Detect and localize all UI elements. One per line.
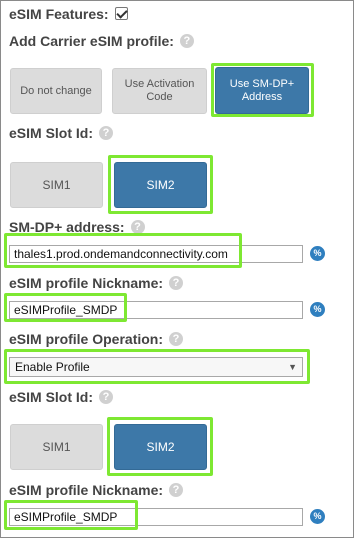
highlight-box xyxy=(4,293,127,322)
highlight-box xyxy=(4,500,138,530)
highlight-box xyxy=(4,349,310,384)
esim-features-checkbox[interactable] xyxy=(115,7,128,20)
do-not-change-button[interactable]: Do not change xyxy=(10,68,102,114)
operation-label: eSIM profile Operation: xyxy=(9,331,184,347)
variable-icon[interactable]: % xyxy=(310,302,325,317)
help-icon[interactable] xyxy=(169,332,184,347)
help-icon[interactable] xyxy=(99,390,113,405)
add-profile-label: Add Carrier eSIM profile: xyxy=(9,33,194,49)
highlight-box xyxy=(211,63,314,117)
variable-icon[interactable]: % xyxy=(310,509,325,524)
sim1-button[interactable]: SIM1 xyxy=(10,162,103,208)
help-icon[interactable] xyxy=(169,483,184,498)
nickname-label: eSIM profile Nickname: xyxy=(9,275,184,291)
help-icon[interactable] xyxy=(179,34,194,49)
highlight-box xyxy=(107,417,213,476)
sim1-button[interactable]: SIM1 xyxy=(10,424,103,470)
help-icon[interactable] xyxy=(169,276,184,291)
highlight-box xyxy=(108,155,213,214)
highlight-box xyxy=(4,233,242,268)
use-activation-code-button[interactable]: Use Activation Code xyxy=(112,68,207,114)
help-icon[interactable] xyxy=(99,126,113,141)
nickname-label: eSIM profile Nickname: xyxy=(9,482,184,498)
variable-icon[interactable]: % xyxy=(310,246,325,261)
esim-features-label: eSIM Features: xyxy=(9,6,109,22)
slot-id-label: eSIM Slot Id: xyxy=(9,389,113,405)
slot-id-label: eSIM Slot Id: xyxy=(9,125,113,141)
